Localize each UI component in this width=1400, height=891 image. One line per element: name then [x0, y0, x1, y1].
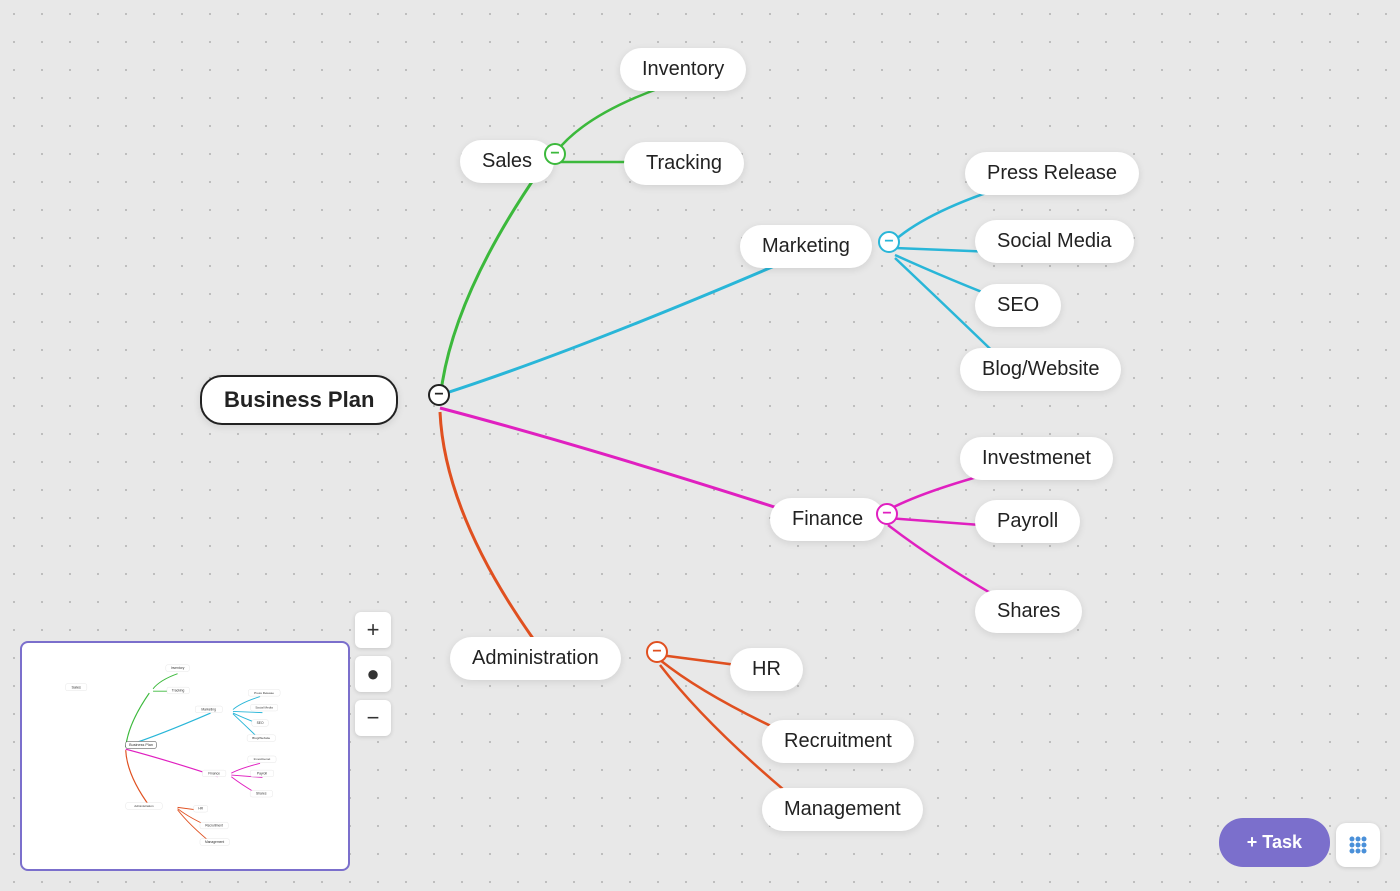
- svg-text:Shares: Shares: [256, 792, 267, 796]
- node-hr[interactable]: HR: [730, 648, 803, 691]
- svg-text:Sales: Sales: [72, 685, 82, 689]
- zoom-dot-button[interactable]: ●: [355, 656, 391, 692]
- svg-text:Investmenet: Investmenet: [254, 757, 271, 761]
- svg-text:Payroll: Payroll: [257, 771, 267, 775]
- grid-icon: [1347, 834, 1369, 856]
- node-tracking[interactable]: Tracking: [624, 142, 744, 185]
- svg-text:Social Media: Social Media: [255, 706, 273, 710]
- node-seo[interactable]: SEO: [975, 284, 1061, 327]
- node-inventory[interactable]: Inventory: [620, 48, 746, 91]
- node-investmenet[interactable]: Investmenet: [960, 437, 1113, 480]
- svg-text:Management: Management: [205, 840, 224, 844]
- svg-text:Blog/Website: Blog/Website: [252, 736, 270, 740]
- svg-text:Finance: Finance: [208, 771, 220, 775]
- node-payroll[interactable]: Payroll: [975, 500, 1080, 543]
- collapse-administration[interactable]: −: [646, 641, 668, 663]
- minimap: Sales Business Plan Inventory Tracking M…: [20, 641, 350, 871]
- node-social-media[interactable]: Social Media: [975, 220, 1134, 263]
- zoom-controls: + ● −: [355, 612, 391, 736]
- svg-text:Recruitment: Recruitment: [205, 823, 223, 827]
- node-sales[interactable]: Sales: [460, 140, 554, 183]
- zoom-out-button[interactable]: −: [355, 700, 391, 736]
- svg-text:HR: HR: [198, 807, 203, 811]
- node-press-release[interactable]: Press Release: [965, 152, 1139, 195]
- node-business-plan[interactable]: Business Plan: [200, 375, 398, 425]
- svg-text:Administration: Administration: [134, 804, 154, 808]
- svg-text:Press Release: Press Release: [254, 691, 274, 695]
- svg-text:Business Plan: Business Plan: [129, 743, 153, 747]
- node-administration[interactable]: Administration: [450, 637, 621, 680]
- grid-view-button[interactable]: [1336, 823, 1380, 867]
- add-task-button[interactable]: + Task: [1219, 818, 1330, 867]
- svg-text:SEO: SEO: [257, 721, 264, 725]
- collapse-marketing[interactable]: −: [878, 231, 900, 253]
- svg-text:Marketing: Marketing: [201, 707, 216, 711]
- node-marketing[interactable]: Marketing: [740, 225, 872, 268]
- node-recruitment[interactable]: Recruitment: [762, 720, 914, 763]
- collapse-sales[interactable]: −: [544, 143, 566, 165]
- collapse-finance[interactable]: −: [876, 503, 898, 525]
- node-management[interactable]: Management: [762, 788, 923, 831]
- svg-text:Tracking: Tracking: [172, 688, 185, 692]
- node-finance[interactable]: Finance: [770, 498, 885, 541]
- collapse-business-plan[interactable]: −: [428, 384, 450, 406]
- svg-text:Inventory: Inventory: [171, 666, 185, 670]
- zoom-in-button[interactable]: +: [355, 612, 391, 648]
- node-shares[interactable]: Shares: [975, 590, 1082, 633]
- node-blog-website[interactable]: Blog/Website: [960, 348, 1121, 391]
